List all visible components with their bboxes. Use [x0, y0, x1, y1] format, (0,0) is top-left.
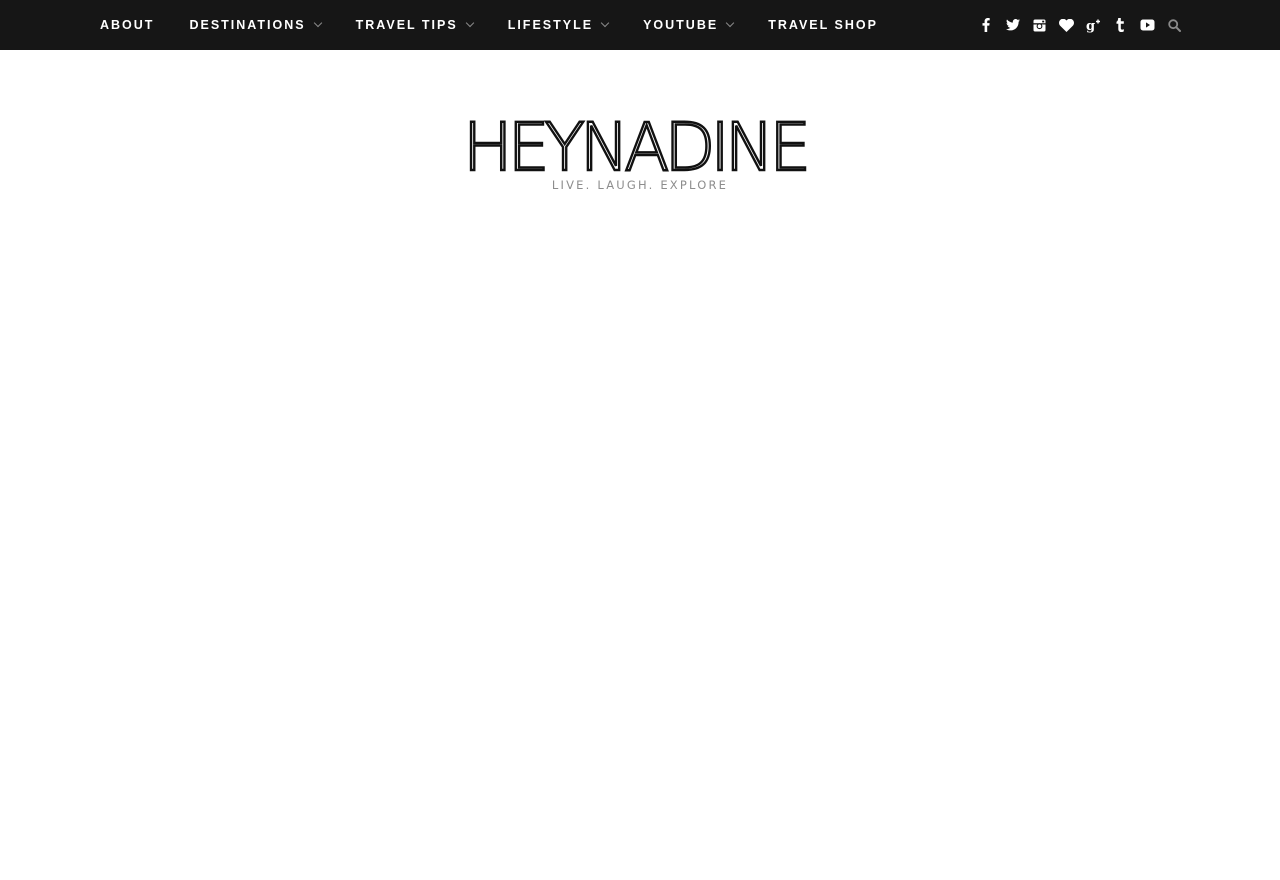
nav-item-about[interactable]: ABOUT: [100, 0, 154, 50]
chevron-down-icon: [465, 18, 474, 28]
nav-item-label: TRAVEL SHOP: [768, 18, 878, 32]
nav-item-label: ABOUT: [100, 18, 155, 32]
search-icon: [1167, 18, 1181, 32]
chevron-down-icon: [725, 18, 735, 28]
svg-text:g: g: [1086, 19, 1095, 33]
youtube-icon[interactable]: [1134, 0, 1161, 50]
chevron-down-icon: [313, 18, 322, 28]
nav-item-destinations[interactable]: DESTINATIONS: [189, 0, 322, 50]
nav-item-label: YOUTUBE: [643, 18, 719, 32]
bloglovin-heart-icon[interactable]: [1053, 0, 1080, 50]
nav-item-travel-tips[interactable]: TRAVEL TIPS: [355, 0, 474, 50]
nav-item-travel-shop[interactable]: TRAVEL SHOP: [768, 0, 878, 50]
instagram-icon[interactable]: [1026, 0, 1053, 50]
top-navigation-bar: ABOUT DESTINATIONS TRAVEL TIPS LIFESTYLE…: [0, 0, 1280, 50]
site-logo[interactable]: HEYNADINE: [460, 108, 820, 174]
google-plus-icon[interactable]: g: [1080, 0, 1107, 50]
site-header: HEYNADINE LIVE. LAUGH. EXPLORE: [0, 108, 1280, 192]
nav-item-label: DESTINATIONS: [189, 18, 306, 32]
tumblr-icon[interactable]: [1107, 0, 1134, 50]
nav-item-youtube[interactable]: YOUTUBE: [643, 0, 735, 50]
facebook-icon[interactable]: [972, 0, 999, 50]
search-button[interactable]: [1164, 15, 1184, 35]
chevron-down-icon: [600, 18, 610, 28]
nav-item-lifestyle[interactable]: LIFESTYLE: [507, 0, 610, 50]
twitter-icon[interactable]: [999, 0, 1026, 50]
social-links: g: [972, 0, 1161, 50]
nav-item-label: TRAVEL TIPS: [355, 18, 458, 32]
main-menu: ABOUT DESTINATIONS TRAVEL TIPS LIFESTYLE…: [100, 0, 878, 50]
logo-text: HEYNADINE: [463, 109, 817, 174]
site-tagline: LIVE. LAUGH. EXPLORE: [551, 178, 729, 192]
nav-item-label: LIFESTYLE: [507, 18, 594, 32]
main-content: [0, 200, 1280, 880]
